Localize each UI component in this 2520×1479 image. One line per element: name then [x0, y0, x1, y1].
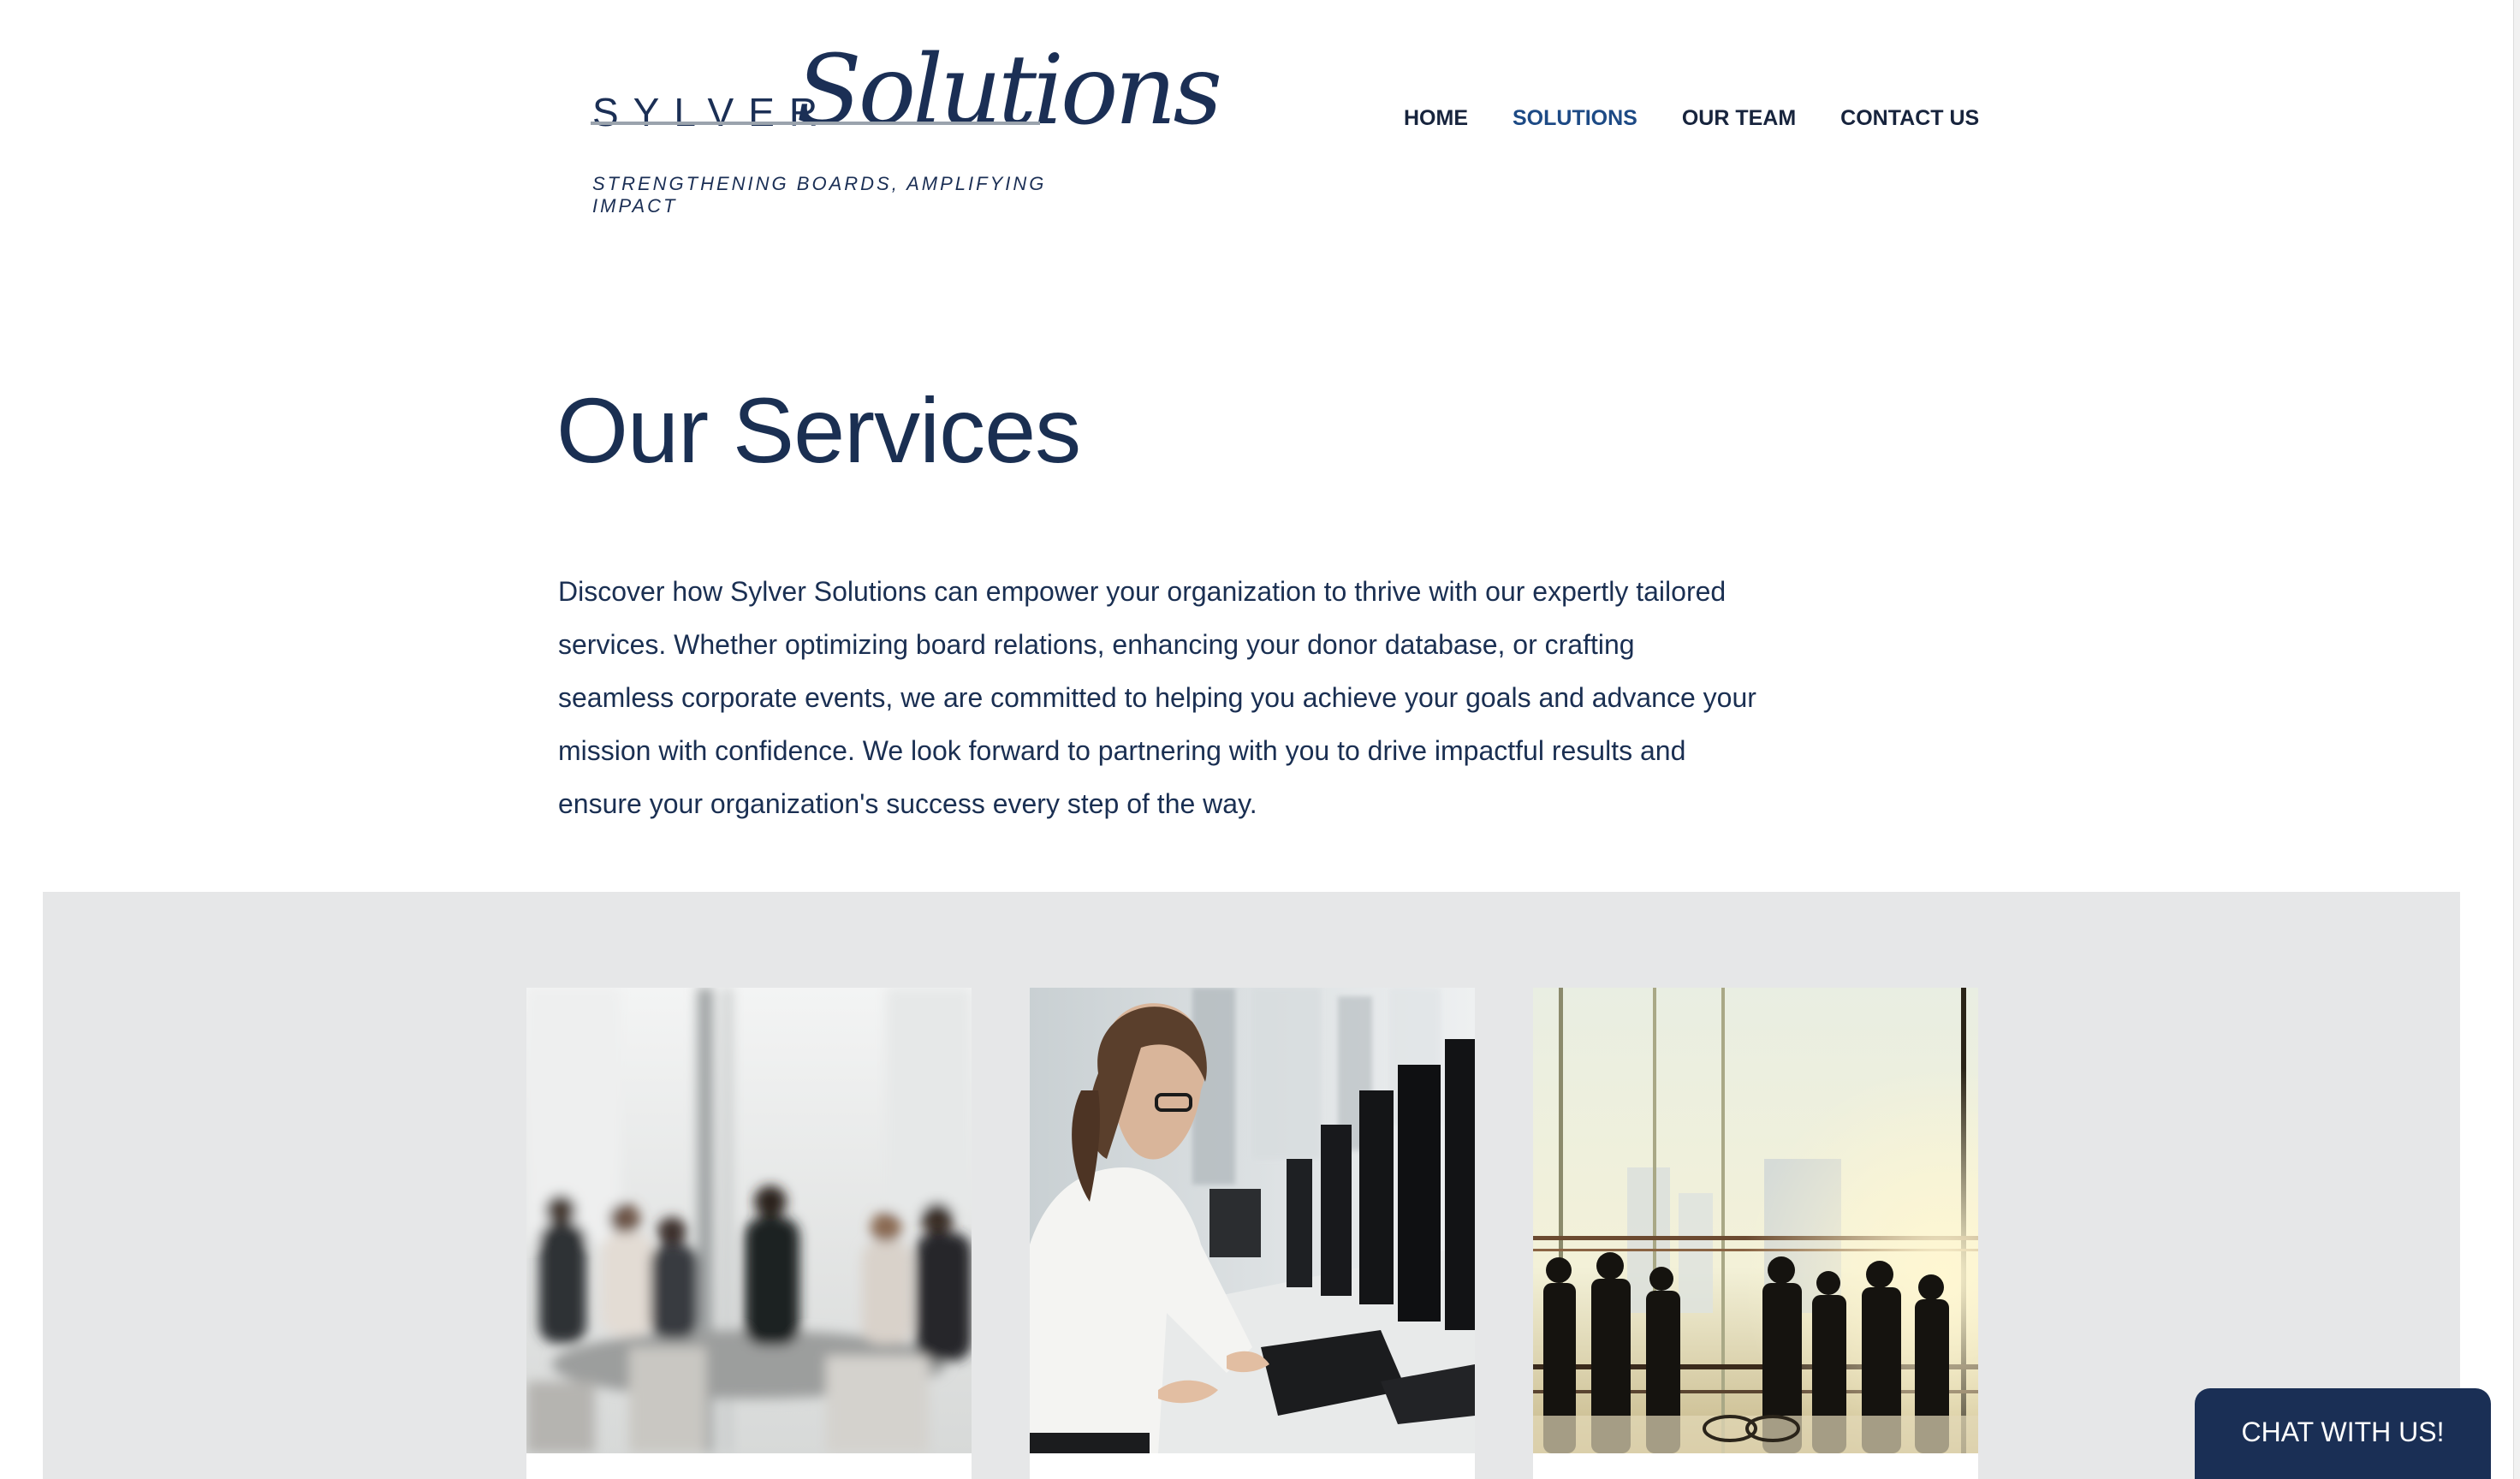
corporate-event-silhouettes-photo	[1533, 988, 1978, 1453]
site-logo[interactable]: SYLVER Solutions STRENGTHENING BOARDS, A…	[591, 43, 1222, 217]
service-card-database[interactable]	[1030, 988, 1475, 1479]
board-meeting-photo	[526, 988, 972, 1453]
scrollbar[interactable]	[2513, 0, 2520, 1479]
nav-solutions[interactable]: SOLUTIONS	[1513, 106, 1637, 131]
logo-rule	[591, 122, 1040, 125]
service-card-board[interactable]	[526, 988, 972, 1479]
logo-tagline: STRENGTHENING BOARDS, AMPLIFYING IMPACT	[592, 173, 1047, 217]
page-title: Our Services	[556, 378, 1081, 482]
main-nav: HOME SOLUTIONS OUR TEAM CONTACT US	[1404, 106, 1979, 131]
chat-with-us-button[interactable]: CHAT WITH US!	[2195, 1388, 2491, 1479]
nav-contact-us[interactable]: CONTACT US	[1840, 106, 1979, 131]
intro-paragraph: Discover how Sylver Solutions can empowe…	[558, 576, 1756, 819]
woman-at-computer-photo	[1030, 988, 1475, 1453]
service-card-events[interactable]	[1533, 988, 1978, 1479]
nav-home[interactable]: HOME	[1404, 106, 1468, 131]
page: SYLVER Solutions STRENGTHENING BOARDS, A…	[0, 0, 2520, 1479]
nav-our-team[interactable]: OUR TEAM	[1682, 106, 1796, 131]
